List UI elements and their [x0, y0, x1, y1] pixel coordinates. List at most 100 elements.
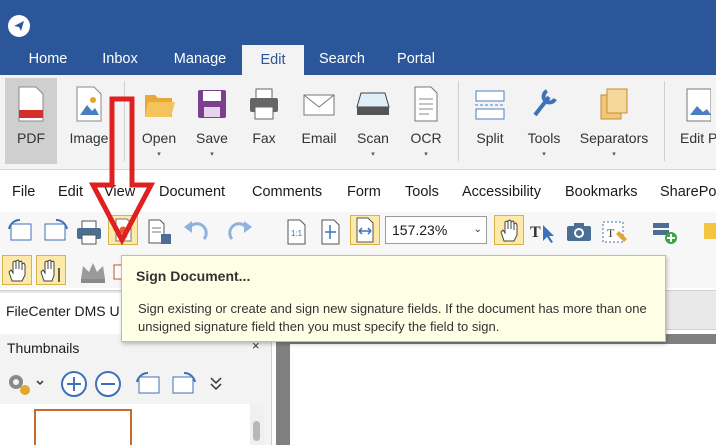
scan-label: Scan	[357, 130, 389, 146]
zoom-in-icon	[61, 371, 87, 397]
gear-icon	[9, 375, 44, 395]
hand-tool-icon	[500, 219, 518, 242]
scrollbar-thumb[interactable]	[253, 421, 260, 441]
ribbon-separator	[664, 81, 665, 161]
menu-bookmarks[interactable]: Bookmarks	[565, 175, 638, 209]
text-select-icon: T	[530, 224, 554, 243]
email-button[interactable]: Email	[293, 78, 345, 164]
save-disk-icon	[198, 90, 226, 118]
rotate-right-icon	[172, 371, 196, 394]
rotate-right-icon	[44, 218, 68, 241]
hand-select-button[interactable]	[2, 255, 32, 285]
actual-size-button[interactable]: 1:1	[282, 217, 312, 247]
ocr-button[interactable]: OCR ▾	[402, 78, 450, 164]
zoom-out-icon	[95, 371, 121, 397]
fax-button[interactable]: Fax	[241, 78, 287, 164]
tab-search[interactable]: Search	[310, 44, 374, 75]
crown-button[interactable]	[78, 257, 108, 287]
text-select-button[interactable]: T	[528, 217, 558, 247]
zoom-level-select[interactable]: 157.23% ⌄	[385, 216, 487, 244]
thumbnail-options-button[interactable]	[4, 370, 44, 398]
fit-width-icon	[356, 217, 374, 243]
snapshot-button[interactable]	[564, 217, 594, 247]
split-label: Split	[476, 130, 504, 146]
document-tab[interactable]: FileCenter DMS U	[0, 293, 130, 330]
zoom-level-value: 157.23%	[392, 222, 448, 238]
zoom-out-button[interactable]	[94, 370, 122, 398]
wrench-tools-icon	[533, 89, 557, 117]
sticky-note-button[interactable]	[700, 217, 716, 247]
svg-text:1:1: 1:1	[291, 229, 303, 238]
tab-portal[interactable]: Portal	[386, 44, 446, 75]
scan-dropdown-arrow[interactable]: ▾	[350, 150, 396, 158]
tools-button[interactable]: Tools ▾	[520, 78, 568, 164]
fax-label: Fax	[252, 130, 276, 146]
split-button[interactable]: Split	[466, 78, 514, 164]
separators-label: Separators	[579, 130, 649, 146]
add-comment-icon	[653, 223, 677, 244]
split-icon	[475, 90, 505, 120]
rotate-left-button[interactable]	[6, 217, 36, 247]
tab-manage[interactable]: Manage	[162, 44, 238, 75]
save-label: Save	[196, 130, 228, 146]
add-text-field-button[interactable]	[650, 217, 680, 247]
separators-dropdown-arrow[interactable]: ▾	[574, 150, 654, 158]
scan-button[interactable]: Scan ▾	[350, 78, 396, 164]
rotate-left-icon	[136, 371, 160, 394]
tab-edit[interactable]: Edit	[242, 45, 304, 76]
fax-printer-icon	[250, 88, 278, 120]
menu-comments[interactable]: Comments	[252, 175, 322, 209]
save-dropdown-arrow[interactable]: ▾	[188, 150, 236, 158]
tab-home[interactable]: Home	[18, 44, 78, 75]
fit-page-button[interactable]	[316, 217, 346, 247]
separators-icon	[600, 88, 628, 120]
actual-size-icon: 1:1	[287, 219, 306, 245]
tools-label: Tools	[527, 130, 561, 146]
undo-icon	[184, 221, 208, 240]
more-options-button[interactable]	[206, 370, 234, 398]
thumb-rotate-left-button[interactable]	[134, 370, 162, 398]
menu-document[interactable]: Document	[159, 175, 225, 209]
menu-edit[interactable]: Edit	[58, 175, 83, 209]
email-label: Email	[301, 130, 337, 146]
menu-sharepoint[interactable]: SharePo	[660, 175, 716, 209]
redo-button[interactable]	[226, 217, 256, 247]
chevron-down-icon[interactable]: ⌄	[474, 217, 482, 243]
form-field-icon: T	[602, 221, 627, 243]
sign-document-tooltip: Sign Document... Sign existing or create…	[121, 255, 666, 342]
menu-file[interactable]: File	[12, 175, 35, 209]
pdf-icon	[18, 86, 44, 122]
ribbon-tabs: Home Inbox Manage Edit Search Portal	[0, 44, 716, 76]
form-field-button[interactable]: T	[600, 217, 630, 247]
app-logo-icon[interactable]	[8, 15, 30, 37]
tools-dropdown-arrow[interactable]: ▾	[520, 150, 568, 158]
save-button[interactable]: Save ▾	[188, 78, 236, 164]
hand-text-button[interactable]	[36, 255, 66, 285]
svg-text:T: T	[530, 224, 541, 241]
red-arrow-annotation	[89, 96, 155, 245]
thumb-rotate-right-button[interactable]	[168, 370, 196, 398]
page-thumbnail[interactable]	[34, 409, 132, 445]
tab-inbox[interactable]: Inbox	[92, 44, 148, 75]
hand-tool-button[interactable]	[494, 215, 524, 245]
menu-tools[interactable]: Tools	[405, 175, 439, 209]
separators-button[interactable]: Separators ▾	[574, 78, 654, 164]
edit-pdf-label: Edit P	[680, 130, 716, 146]
ocr-dropdown-arrow[interactable]: ▾	[402, 150, 450, 158]
hand-tool-icon	[8, 259, 26, 282]
undo-button[interactable]	[180, 217, 210, 247]
fit-width-button[interactable]	[350, 215, 380, 245]
menu-accessibility[interactable]: Accessibility	[462, 175, 541, 209]
document-page[interactable]	[290, 344, 716, 445]
tooltip-body: Sign existing or create and sign new sig…	[138, 301, 647, 334]
zoom-in-button[interactable]	[60, 370, 88, 398]
pdf-label: PDF	[17, 130, 45, 146]
sticky-note-icon	[704, 223, 716, 239]
rotate-right-button[interactable]	[40, 217, 70, 247]
tooltip-title: Sign Document...	[136, 268, 251, 284]
pdf-button[interactable]: PDF	[5, 78, 57, 164]
menu-form[interactable]: Form	[347, 175, 381, 209]
edit-pdf-button[interactable]: Edit P	[672, 78, 716, 164]
email-envelope-icon	[303, 94, 335, 116]
more-icon	[210, 377, 222, 391]
